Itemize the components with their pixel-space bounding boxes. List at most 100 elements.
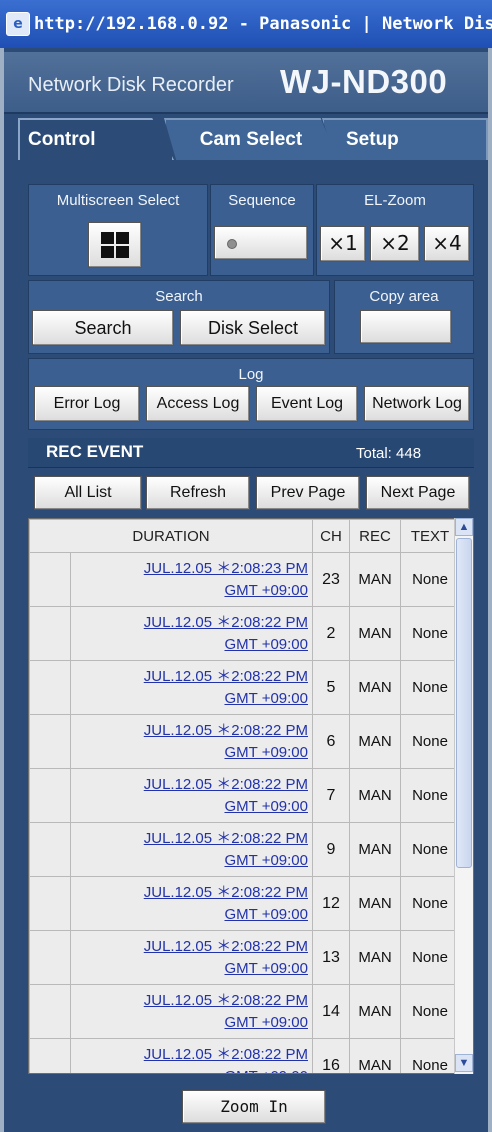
search-label: Search (155, 288, 203, 305)
row-select-cell[interactable] (29, 822, 71, 877)
text-cell: None (400, 660, 460, 715)
event-log-button[interactable]: Event Log (256, 386, 358, 422)
table-row: JUL.12.05 ＊2:08:22 PM GMT +09:00 5 MAN None (29, 660, 460, 715)
row-select-cell[interactable] (29, 552, 71, 607)
event-timezone-link[interactable]: GMT +09:00 (224, 690, 308, 707)
event-date-link[interactable]: JUL.12.05 ＊2:08:22 PM (144, 668, 308, 685)
app-header: Network Disk Recorder WJ-ND300 (4, 52, 488, 114)
event-timezone-link[interactable]: GMT +09:00 (224, 1014, 308, 1031)
tab-cam-select[interactable]: Cam Select (164, 118, 338, 160)
duration-cell: JUL.12.05 ＊2:08:22 PM GMT +09:00 (70, 714, 313, 769)
column-rec[interactable]: REC (349, 519, 401, 553)
row-select-cell[interactable] (29, 606, 71, 661)
tab-setup[interactable]: Setup (322, 118, 488, 160)
rec-event-table-container: DURATION CH REC TEXT JUL.12.05 ＊2:08:23 … (28, 518, 474, 1074)
copy-area-button[interactable] (360, 310, 452, 344)
scroll-thumb[interactable] (456, 538, 472, 868)
rec-event-title: REC EVENT (46, 442, 144, 461)
network-log-button[interactable]: Network Log (364, 386, 470, 422)
row-select-cell[interactable] (29, 768, 71, 823)
zoom-x1-button[interactable]: ×1 (320, 226, 366, 262)
column-duration[interactable]: DURATION (29, 519, 313, 553)
zoom-in-button[interactable]: Zoom In (182, 1090, 326, 1124)
browser-icon: e (6, 12, 30, 36)
event-timezone-link[interactable]: GMT +09:00 (224, 582, 308, 599)
table-row: JUL.12.05 ＊2:08:22 PM GMT +09:00 16MANNone (29, 1038, 460, 1074)
row-select-cell[interactable] (29, 930, 71, 985)
text-cell: None (400, 984, 460, 1039)
event-date-link[interactable]: JUL.12.05 ＊2:08:22 PM (144, 884, 308, 901)
scroll-up-button[interactable]: ▲ (455, 518, 473, 536)
scroll-down-button[interactable]: ▼ (455, 1054, 473, 1072)
row-select-cell[interactable] (29, 984, 71, 1039)
model-name: WJ-ND300 (280, 63, 448, 100)
disk-select-button[interactable]: Disk Select (180, 310, 326, 346)
rec-cell: MAN (349, 1038, 401, 1073)
zoom-x4-button[interactable]: ×4 (424, 226, 470, 262)
channel-cell: 23 (312, 552, 350, 607)
event-date-link[interactable]: JUL.12.05 ＊2:08:22 PM (144, 722, 308, 739)
next-page-button[interactable]: Next Page (366, 476, 470, 510)
row-select-cell[interactable] (29, 876, 71, 931)
channel-cell: 2 (312, 606, 350, 661)
event-timezone-link[interactable]: GMT +09:00 (224, 1068, 308, 1074)
chevron-up-icon: ▲ (458, 521, 470, 533)
duration-cell: JUL.12.05 ＊2:08:22 PM GMT +09:00 (70, 876, 313, 931)
event-date-link[interactable]: JUL.12.05 ＊2:08:22 PM (144, 938, 308, 955)
all-list-button[interactable]: All List (34, 476, 142, 510)
channel-cell: 16 (312, 1038, 350, 1073)
refresh-button[interactable]: Refresh (146, 476, 250, 510)
text-cell: None (400, 822, 460, 877)
event-date-link[interactable]: JUL.12.05 ＊2:08:22 PM (144, 614, 308, 631)
total-count: Total: 448 (356, 445, 422, 462)
duration-cell: JUL.12.05 ＊2:08:22 PM GMT +09:00 (70, 930, 313, 985)
table-row: JUL.12.05 ＊2:08:22 PM GMT +09:00 13 MAN None (29, 930, 460, 985)
event-timezone-link[interactable]: GMT +09:00 (224, 798, 308, 815)
event-timezone-link[interactable]: GMT +09:00 (224, 852, 308, 869)
rec-event-table: DURATION CH REC TEXT JUL.12.05 ＊2:08:23 … (29, 519, 460, 1074)
column-ch[interactable]: CH (312, 519, 350, 553)
multiscreen-select-button[interactable] (88, 222, 142, 268)
duration-cell: JUL.12.05 ＊2:08:23 PM GMT +09:00 (70, 552, 313, 607)
event-timezone-link[interactable]: GMT +09:00 (224, 636, 308, 653)
sequence-indicator-led (227, 239, 237, 249)
event-timezone-link[interactable]: GMT +09:00 (224, 960, 308, 977)
tab-control[interactable]: Control (18, 118, 174, 160)
event-date-link[interactable]: JUL.12.05 ＊2:08:22 PM (144, 1046, 308, 1063)
column-text[interactable]: TEXT (400, 519, 460, 553)
rec-cell: MAN (349, 714, 401, 769)
channel-cell: 6 (312, 714, 350, 769)
duration-cell: JUL.12.05 ＊2:08:22 PM GMT +09:00 (70, 984, 313, 1039)
event-timezone-link[interactable]: GMT +09:00 (224, 906, 308, 923)
search-button[interactable]: Search (32, 310, 174, 346)
text-cell: None (400, 552, 460, 607)
sequence-button[interactable] (214, 226, 308, 260)
quad-screen-icon (101, 232, 129, 258)
table-row: JUL.12.05 ＊2:08:22 PM GMT +09:00 6 MAN None (29, 714, 460, 769)
event-timezone-link[interactable]: GMT +09:00 (224, 744, 308, 761)
channel-cell: 5 (312, 660, 350, 715)
event-date-link[interactable]: JUL.12.05 ＊2:08:22 PM (144, 776, 308, 793)
channel-cell: 12 (312, 876, 350, 931)
row-select-cell[interactable] (29, 714, 71, 769)
access-log-button[interactable]: Access Log (146, 386, 250, 422)
rec-cell: MAN (349, 606, 401, 661)
duration-cell: JUL.12.05 ＊2:08:22 PM GMT +09:00 (70, 660, 313, 715)
text-cell: None (400, 876, 460, 931)
event-date-link[interactable]: JUL.12.05 ＊2:08:22 PM (144, 992, 308, 1009)
table-row: JUL.12.05 ＊2:08:22 PM GMT +09:00 2 MAN None (29, 606, 460, 661)
event-date-link[interactable]: JUL.12.05 ＊2:08:23 PM (144, 560, 308, 577)
prev-page-button[interactable]: Prev Page (256, 476, 360, 510)
text-cell: None (400, 1038, 460, 1073)
table-row: JUL.12.05 ＊2:08:22 PM GMT +09:00 9 MAN None (29, 822, 460, 877)
table-scrollbar[interactable]: ▲ ▼ (454, 518, 473, 1074)
event-date-link[interactable]: JUL.12.05 ＊2:08:22 PM (144, 830, 308, 847)
row-select-cell[interactable] (29, 660, 71, 715)
error-log-button[interactable]: Error Log (34, 386, 140, 422)
channel-cell: 13 (312, 930, 350, 985)
rec-cell: MAN (349, 930, 401, 985)
text-cell: None (400, 768, 460, 823)
zoom-x2-button[interactable]: ×2 (370, 226, 420, 262)
product-name: Network Disk Recorder (28, 74, 234, 96)
row-select-cell[interactable] (29, 1038, 71, 1073)
